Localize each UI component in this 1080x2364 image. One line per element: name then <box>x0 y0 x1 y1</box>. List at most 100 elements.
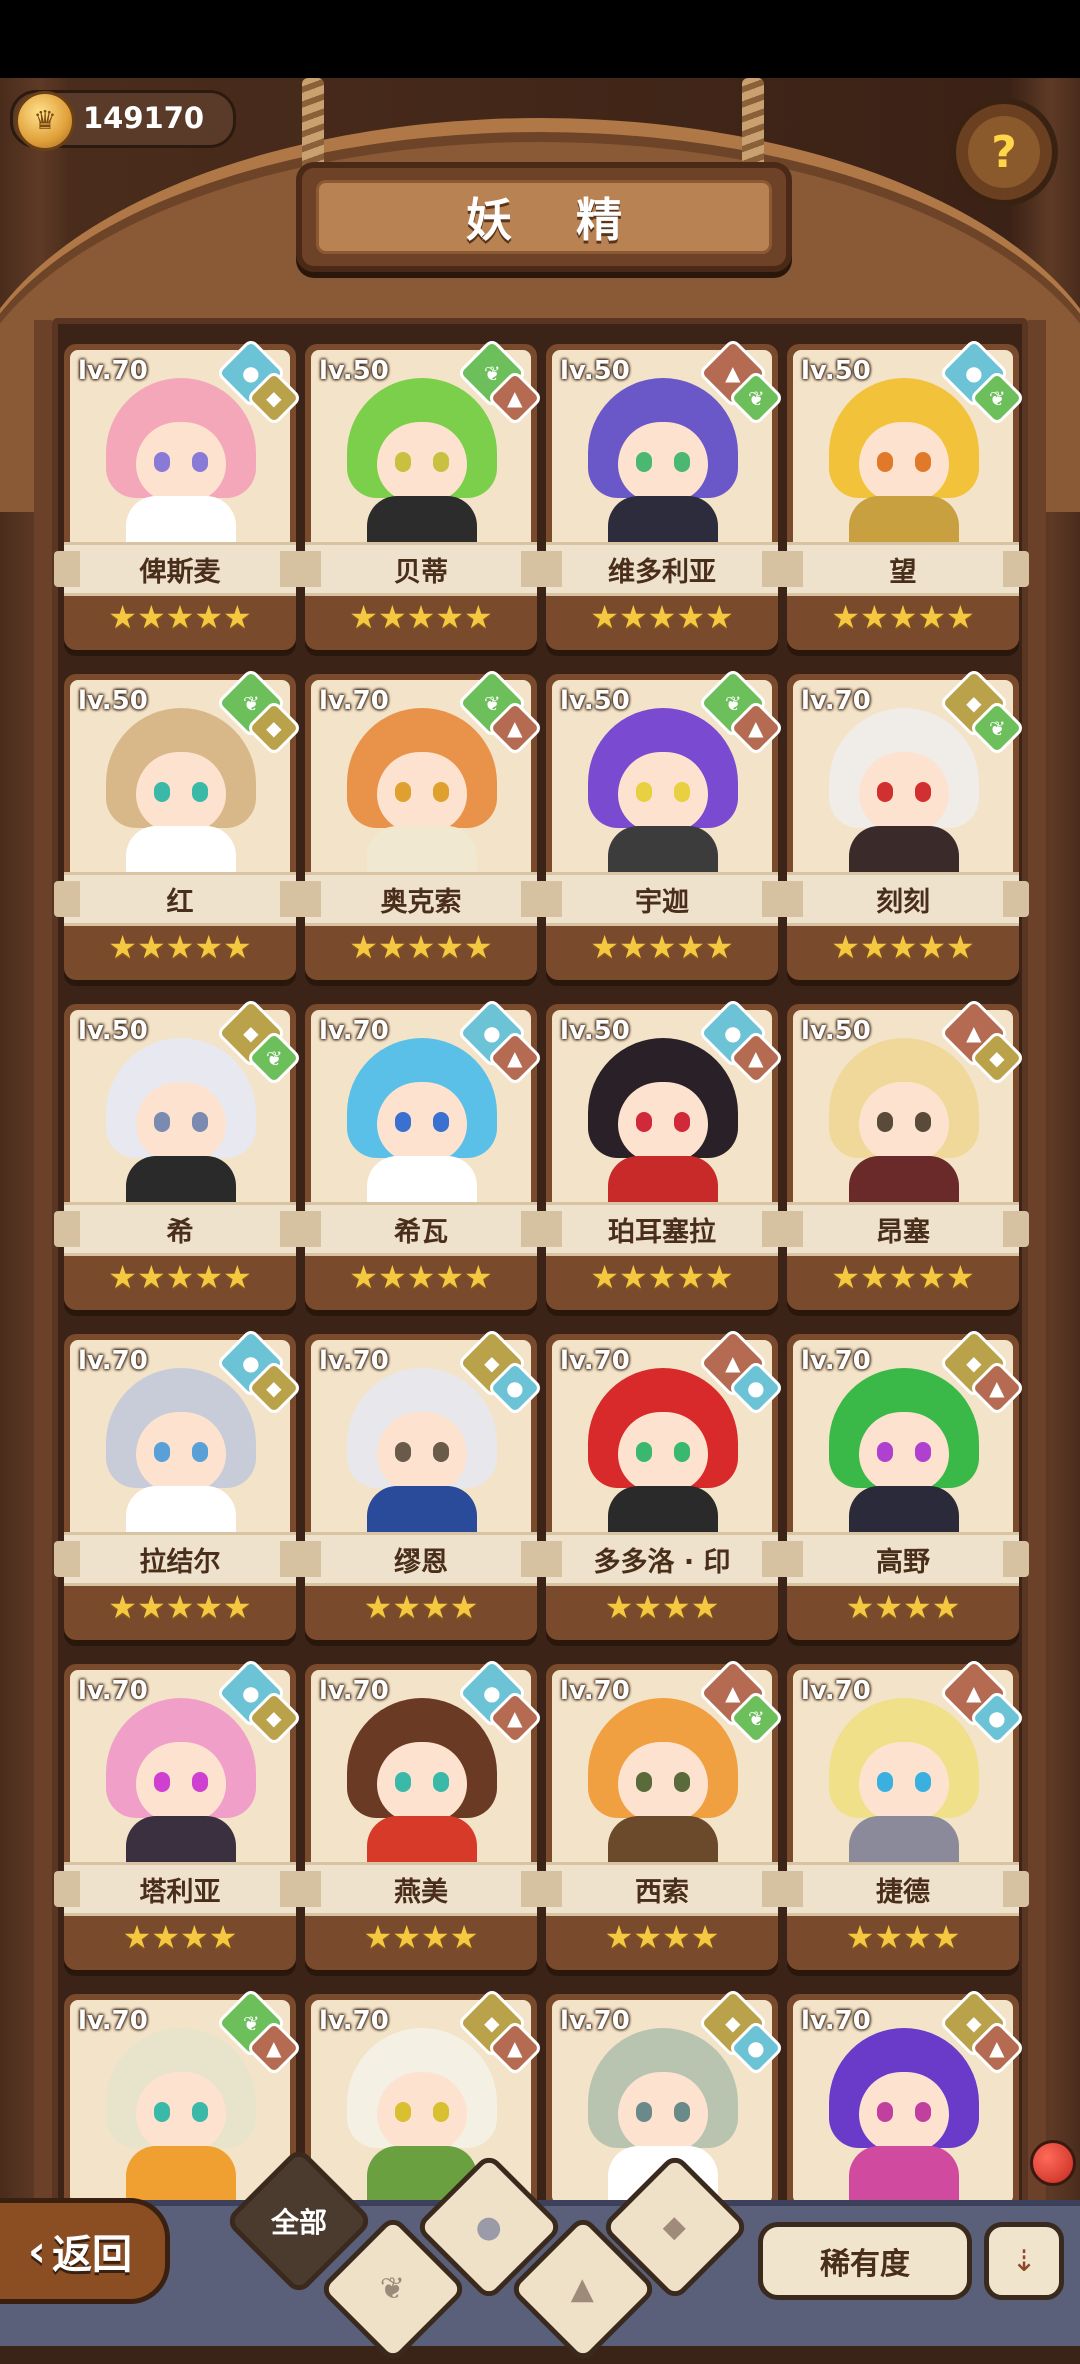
fairy-name: 红 <box>166 886 194 918</box>
fairy-portrait <box>347 1698 497 1874</box>
water-drop-icon: ● <box>475 2209 503 2245</box>
fairy-name-ribbon: 燕美 <box>295 1862 547 1916</box>
left-rail <box>34 320 52 2220</box>
sort-descending-icon[interactable]: ⇣ <box>984 2222 1064 2300</box>
fairy-card[interactable]: lv.50 ❦ ▲ 宇迦 ★★★★★ <box>536 667 788 980</box>
fairy-card[interactable]: lv.70 ▲ ❦ 西索 ★★★★ <box>536 1657 788 1970</box>
fairy-stars: ★★★★★ <box>831 1258 975 1296</box>
fairy-card[interactable]: lv.50 ◆ ❦ 希 ★★★★★ <box>54 997 306 1310</box>
fairy-name: 贝蒂 <box>394 556 448 588</box>
fairy-card[interactable]: lv.70 ❦ ▲ 奥克索 ★★★★★ <box>295 667 547 980</box>
fairy-name-ribbon: 俾斯麦 <box>54 542 306 596</box>
right-rail <box>1028 320 1046 2220</box>
fairy-card[interactable]: lv.50 ▲ ◆ 昂塞 ★★★★★ <box>777 997 1029 1310</box>
fairy-name-ribbon: 希 <box>54 1202 306 1256</box>
portrait-eye <box>915 1442 931 1462</box>
fairy-name-ribbon: 望 <box>777 542 1029 596</box>
portrait-eye <box>395 782 411 802</box>
portrait-eye <box>915 1772 931 1792</box>
fairy-name-ribbon: 捷德 <box>777 1862 1029 1916</box>
fairy-name-ribbon: 缪恩 <box>295 1532 547 1586</box>
portrait-face <box>377 752 467 832</box>
fairy-level: lv.70 <box>801 2006 871 2036</box>
fairy-name-ribbon: 希瓦 <box>295 1202 547 1256</box>
fairy-level: lv.70 <box>319 2006 389 2036</box>
portrait-eye <box>433 2102 449 2122</box>
portrait-eye <box>877 1772 893 1792</box>
portrait-eye <box>154 782 170 802</box>
fairy-stars: ★★★★ <box>604 1588 720 1626</box>
coin-icon: ♛ <box>15 91 75 151</box>
ladybug-icon[interactable] <box>1030 2140 1076 2186</box>
fairy-level: lv.50 <box>78 1016 148 1046</box>
portrait-eye <box>636 1442 652 1462</box>
portrait-face <box>377 422 467 502</box>
sprout-icon: ❦ <box>380 2271 406 2307</box>
fairy-level: lv.70 <box>78 1676 148 1706</box>
fairy-name: 希 <box>166 1216 194 1248</box>
fairy-portrait <box>106 378 256 554</box>
portrait-eye <box>915 2102 931 2122</box>
portrait-eye <box>674 452 690 472</box>
fairy-name: 奥克索 <box>380 886 462 918</box>
fairy-stars: ★★★★★ <box>590 928 734 966</box>
portrait-outfit <box>849 2146 959 2204</box>
fairy-level: lv.70 <box>319 1016 389 1046</box>
fairy-card[interactable]: lv.70 ● ◆ 俾斯麦 ★★★★★ <box>54 337 306 650</box>
portrait-eye <box>395 1112 411 1132</box>
earth-icon: ◆ <box>663 2209 687 2245</box>
fairy-level: lv.70 <box>319 686 389 716</box>
portrait-eye <box>674 1772 690 1792</box>
fairy-card[interactable]: lv.70 ● ◆ 塔利亚 ★★★★ <box>54 1657 306 1970</box>
portrait-eye <box>395 452 411 472</box>
fairy-stars: ★★★★ <box>845 1588 961 1626</box>
portrait-eye <box>192 1772 208 1792</box>
fairy-level: lv.70 <box>319 1346 389 1376</box>
page-title: 妖 精 <box>465 193 646 247</box>
portrait-eye <box>915 452 931 472</box>
fairy-stars: ★★★★ <box>845 1918 961 1956</box>
fairy-card[interactable]: lv.70 ◆ ▲ 高野 ★★★★ <box>777 1327 1029 1640</box>
fairy-level: lv.70 <box>78 1346 148 1376</box>
fairy-card[interactable]: lv.70 ● ▲ 希瓦 ★★★★★ <box>295 997 547 1310</box>
portrait-face <box>618 422 708 502</box>
portrait-eye <box>877 782 893 802</box>
portrait-eye <box>636 1112 652 1132</box>
fairy-card[interactable]: lv.50 ❦ ▲ 贝蒂 ★★★★★ <box>295 337 547 650</box>
fairy-level: lv.50 <box>801 1016 871 1046</box>
fairy-stars: ★★★★★ <box>108 598 252 636</box>
fairy-card[interactable]: lv.70 ▲ ● 多多洛 · 印 ★★★★ <box>536 1327 788 1640</box>
portrait-eye <box>636 782 652 802</box>
portrait-eye <box>154 1112 170 1132</box>
fairy-name-ribbon: 红 <box>54 872 306 926</box>
portrait-eye <box>636 452 652 472</box>
fairy-name: 拉结尔 <box>139 1546 221 1578</box>
fairy-card[interactable]: lv.70 ● ◆ 拉结尔 ★★★★★ <box>54 1327 306 1640</box>
fairy-card[interactable]: lv.50 ● ❦ 望 ★★★★★ <box>777 337 1029 650</box>
fairy-card[interactable]: lv.70 ◆ ● 缪恩 ★★★★ <box>295 1327 547 1640</box>
fairy-name: 捷德 <box>876 1876 930 1908</box>
fairy-name-ribbon: 奥克索 <box>295 872 547 926</box>
portrait-face <box>859 2072 949 2152</box>
rarity-sort-button[interactable]: 稀有度 <box>758 2222 972 2300</box>
fairy-portrait <box>588 1368 738 1544</box>
back-label: 返回 <box>52 2232 133 2278</box>
fairy-card[interactable]: lv.50 ❦ ◆ 红 ★★★★★ <box>54 667 306 980</box>
fairy-name: 多多洛 · 印 <box>593 1546 731 1578</box>
fairy-card[interactable]: lv.50 ▲ ❦ 维多利亚 ★★★★★ <box>536 337 788 650</box>
help-button[interactable]: ? <box>950 98 1058 206</box>
fairy-name-ribbon: 塔利亚 <box>54 1862 306 1916</box>
fairy-name-ribbon: 珀耳塞拉 <box>536 1202 788 1256</box>
fairy-card[interactable]: lv.50 ● ▲ 珀耳塞拉 ★★★★★ <box>536 997 788 1310</box>
fairy-name-ribbon: 贝蒂 <box>295 542 547 596</box>
back-button[interactable]: ‹ 返回 <box>0 2198 170 2304</box>
portrait-eye <box>154 1442 170 1462</box>
fairy-card[interactable]: lv.70 ● ▲ 燕美 ★★★★ <box>295 1657 547 1970</box>
portrait-face <box>618 752 708 832</box>
fairy-card[interactable]: lv.70 ▲ ● 捷德 ★★★★ <box>777 1657 1029 1970</box>
fairy-card[interactable]: lv.70 ◆ ❦ 刻刻 ★★★★★ <box>777 667 1029 980</box>
coin-value: 149170 <box>83 101 205 135</box>
chevron-left-icon: ‹ <box>27 2225 47 2277</box>
fairy-portrait <box>829 1368 979 1544</box>
fairy-name: 高野 <box>876 1546 930 1578</box>
